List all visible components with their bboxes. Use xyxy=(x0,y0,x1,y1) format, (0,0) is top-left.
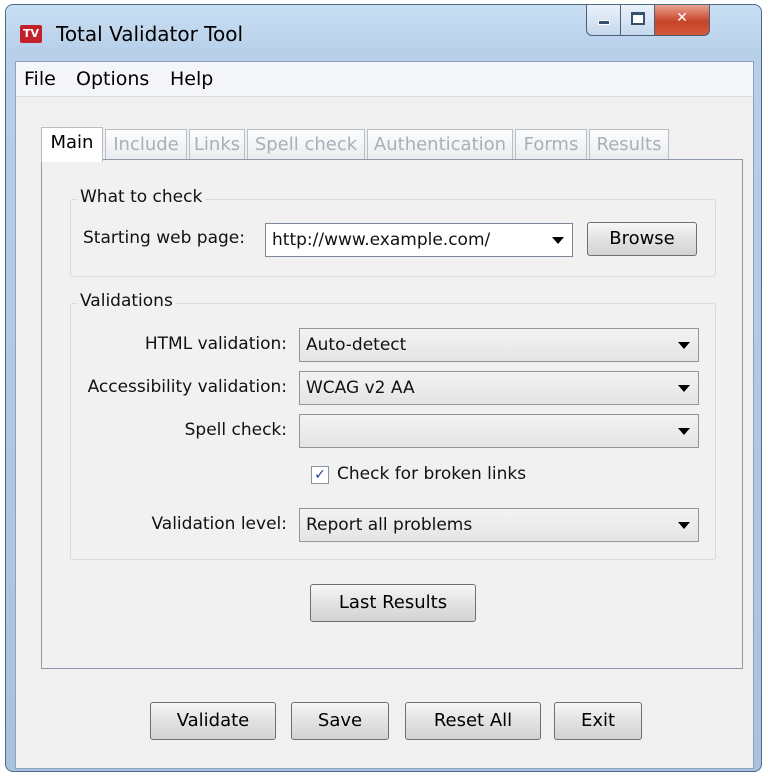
main-tab-panel: What to check Starting web page: http://… xyxy=(41,159,743,669)
menu-options[interactable]: Options xyxy=(76,68,149,90)
chevron-down-icon xyxy=(678,385,690,392)
chevron-down-icon xyxy=(678,428,690,435)
broken-links-label[interactable]: Check for broken links xyxy=(337,464,526,484)
exit-button[interactable]: Exit xyxy=(554,702,642,740)
html-validation-label: HTML validation: xyxy=(144,334,287,354)
tab-spell-check[interactable]: Spell check xyxy=(247,129,365,160)
menu-bar: File Options Help xyxy=(16,62,753,97)
validation-level-value: Report all problems xyxy=(306,515,473,535)
accessibility-validation-value: WCAG v2 AA xyxy=(306,378,415,398)
what-to-check-legend: What to check xyxy=(77,187,206,207)
what-to-check-group: What to check Starting web page: http://… xyxy=(70,187,716,277)
validation-level-select[interactable]: Report all problems xyxy=(299,508,699,542)
starting-page-combo[interactable]: http://www.example.com/ xyxy=(265,223,573,257)
spell-check-select[interactable] xyxy=(299,414,699,448)
tab-links[interactable]: Links xyxy=(189,129,245,160)
tab-authentication[interactable]: Authentication xyxy=(367,129,513,160)
reset-all-button[interactable]: Reset All xyxy=(405,702,541,740)
minimize-icon xyxy=(598,20,610,25)
tab-forms[interactable]: Forms xyxy=(515,129,587,160)
validations-group: Validations HTML validation: Auto-detect… xyxy=(70,291,716,560)
accessibility-validation-select[interactable]: WCAG v2 AA xyxy=(299,371,699,405)
app-window: TV Total Validator Tool ✕ File Options H… xyxy=(5,4,762,772)
maximize-button[interactable] xyxy=(620,5,656,36)
validate-button[interactable]: Validate xyxy=(150,702,276,740)
window-title: Total Validator Tool xyxy=(56,22,244,46)
chevron-down-icon xyxy=(552,237,564,244)
html-validation-value: Auto-detect xyxy=(306,335,407,355)
broken-links-checkbox[interactable]: ✓ xyxy=(311,466,329,484)
starting-page-label: Starting web page: xyxy=(83,228,245,248)
browse-button[interactable]: Browse xyxy=(587,222,697,256)
title-bar[interactable]: TV Total Validator Tool ✕ xyxy=(6,5,761,61)
minimize-button[interactable] xyxy=(586,5,622,36)
menu-file[interactable]: File xyxy=(24,68,56,90)
last-results-button[interactable]: Last Results xyxy=(310,584,476,622)
save-button-label: Save xyxy=(317,710,363,731)
close-button[interactable]: ✕ xyxy=(654,5,710,36)
app-logo-icon: TV xyxy=(20,25,42,43)
tab-main[interactable]: Main xyxy=(41,127,103,162)
last-results-button-label: Last Results xyxy=(338,592,448,613)
browse-button-label: Browse xyxy=(609,228,675,249)
spell-check-label: Spell check: xyxy=(184,420,287,440)
menu-help[interactable]: Help xyxy=(170,68,213,90)
html-validation-select[interactable]: Auto-detect xyxy=(299,328,699,362)
validation-level-label: Validation level: xyxy=(151,514,287,534)
close-icon: ✕ xyxy=(676,10,688,26)
checkmark-icon: ✓ xyxy=(314,467,326,483)
validate-button-label: Validate xyxy=(176,710,250,731)
save-button[interactable]: Save xyxy=(291,702,389,740)
starting-page-value: http://www.example.com/ xyxy=(272,230,491,250)
tab-results[interactable]: Results xyxy=(589,129,669,160)
accessibility-validation-label: Accessibility validation: xyxy=(87,377,287,397)
chevron-down-icon xyxy=(678,522,690,529)
maximize-icon xyxy=(631,12,645,25)
chevron-down-icon xyxy=(678,342,690,349)
reset-all-button-label: Reset All xyxy=(433,710,513,731)
validations-legend: Validations xyxy=(77,291,176,311)
exit-button-label: Exit xyxy=(580,710,616,731)
client-area: File Options Help Main Include Links Spe… xyxy=(15,61,754,769)
tab-include[interactable]: Include xyxy=(105,129,187,160)
